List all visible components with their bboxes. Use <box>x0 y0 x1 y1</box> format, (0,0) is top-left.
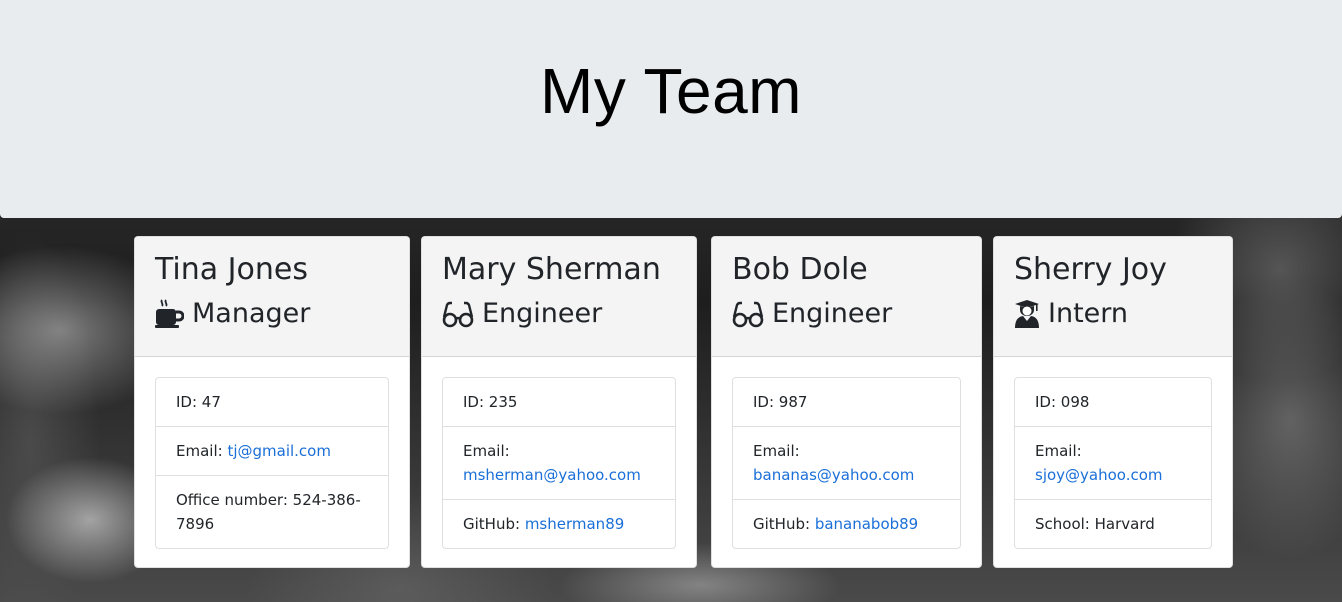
details-list: ID: 987 Email: bananas@yahoo.com GitHub:… <box>732 377 961 549</box>
id-item: ID: 47 <box>176 393 221 411</box>
details-list: ID: 098 Email: sjoy@yahoo.com School: Ha… <box>1014 377 1212 549</box>
card-header: Mary Sherman Engineer <box>422 237 696 357</box>
employee-role: Engineer <box>442 297 676 331</box>
employee-name: Mary Sherman <box>442 252 661 287</box>
github-link[interactable]: msherman89 <box>525 515 624 533</box>
email-item: Email: bananas@yahoo.com <box>733 426 960 499</box>
email-item: Email: tj@gmail.com <box>156 426 388 475</box>
school-item: School: Harvard <box>1015 499 1211 548</box>
email-item: Email: msherman@yahoo.com <box>443 426 675 499</box>
email-link[interactable]: msherman@yahoo.com <box>463 466 641 484</box>
employee-name: Sherry Joy <box>1014 252 1167 287</box>
id-value: 235 <box>488 393 518 411</box>
employee-card: Bob Dole Engineer ID: 987 Email: bananas… <box>711 236 982 568</box>
header-jumbotron: My Team <box>0 0 1342 218</box>
employee-role: Intern <box>1014 297 1212 331</box>
office-number-item: Office number: 524-386-7896 <box>156 475 388 548</box>
details-list: ID: 47 Email: tj@gmail.com Office number… <box>155 377 389 549</box>
card-header: Tina Jones Manager <box>135 237 409 357</box>
employee-card: Sherry Joy Intern ID: 098 Email: sjoy@ya… <box>993 236 1233 568</box>
card-header: Bob Dole Engineer <box>712 237 981 357</box>
card-header: Sherry Joy Intern <box>994 237 1232 357</box>
details-list: ID: 235 Email: msherman@yahoo.com GitHub… <box>442 377 676 549</box>
id-value: 47 <box>201 393 221 411</box>
employee-role: Engineer <box>732 297 961 331</box>
github-item: GitHub: bananabob89 <box>733 499 960 548</box>
email-link[interactable]: bananas@yahoo.com <box>753 466 914 484</box>
school-value: Harvard <box>1094 515 1155 533</box>
glasses-icon <box>442 299 474 329</box>
employee-name: Bob Dole <box>732 252 868 287</box>
employee-role: Manager <box>155 297 389 331</box>
role-label: Engineer <box>772 298 893 329</box>
id-item: ID: 987 <box>753 393 808 411</box>
employee-card: Mary Sherman Engineer ID: 235 Email: msh… <box>421 236 697 568</box>
role-label: Manager <box>192 298 311 329</box>
id-item: ID: 235 <box>463 393 518 411</box>
id-item: ID: 098 <box>1035 393 1090 411</box>
email-item: Email: sjoy@yahoo.com <box>1015 426 1211 499</box>
id-value: 098 <box>1060 393 1090 411</box>
id-value: 987 <box>778 393 808 411</box>
role-label: Engineer <box>482 298 603 329</box>
coffee-icon <box>155 299 184 329</box>
email-link[interactable]: tj@gmail.com <box>227 442 331 460</box>
role-label: Intern <box>1048 298 1129 329</box>
employee-card: Tina Jones Manager ID: 47 Email: tj@gmai… <box>134 236 410 568</box>
github-link[interactable]: bananabob89 <box>815 515 918 533</box>
graduate-icon <box>1014 299 1040 329</box>
glasses-icon <box>732 299 764 329</box>
github-item: GitHub: msherman89 <box>443 499 675 548</box>
page-title: My Team <box>540 55 802 127</box>
employee-name: Tina Jones <box>155 252 308 287</box>
email-link[interactable]: sjoy@yahoo.com <box>1035 466 1163 484</box>
